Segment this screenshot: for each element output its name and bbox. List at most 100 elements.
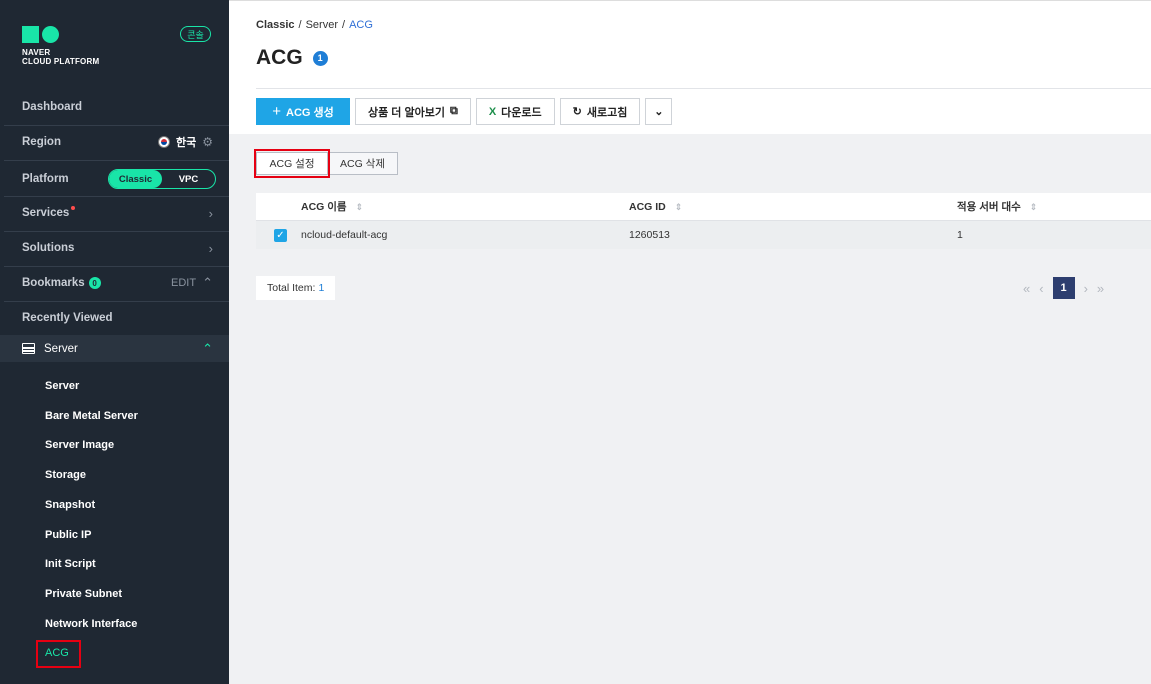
chevron-up-icon: ⌃ xyxy=(202,340,213,356)
divider xyxy=(4,231,229,232)
download-label: 다운로드 xyxy=(501,106,542,119)
column-header-server-count[interactable]: 적용 서버 대수 ⇕ xyxy=(957,199,1151,214)
last-page-icon[interactable]: » xyxy=(1097,281,1104,296)
divider xyxy=(4,301,229,302)
sidebar-subitem-snapshot[interactable]: Snapshot xyxy=(45,499,95,511)
cell-acg-name: ncloud-default-acg xyxy=(301,229,388,241)
services-label: Services xyxy=(22,207,70,219)
platform-label: Platform xyxy=(22,173,69,185)
gear-icon[interactable]: ⚙ xyxy=(202,135,213,149)
prev-page-icon[interactable]: ‹ xyxy=(1039,281,1043,296)
title-divider xyxy=(256,88,1151,89)
sort-icon[interactable]: ⇕ xyxy=(1030,202,1038,212)
total-label: Total Item: xyxy=(267,282,316,294)
sidebar-subitem-init-script[interactable]: Init Script xyxy=(45,558,96,570)
download-button[interactable]: X 다운로드 xyxy=(475,98,555,125)
breadcrumb-classic[interactable]: Classic xyxy=(256,19,295,31)
next-page-icon[interactable]: › xyxy=(1084,281,1088,296)
column-header-id[interactable]: ACG ID ⇕ xyxy=(629,201,957,213)
breadcrumb-acg: ACG xyxy=(349,19,373,31)
solutions-label: Solutions xyxy=(22,242,75,254)
cell-server-count: 1 xyxy=(957,229,963,241)
acg-table: ACG 이름 ⇕ ACG ID ⇕ 적용 서버 대수 ⇕ ✓ ncloud-defau… xyxy=(256,193,1151,249)
bookmarks-edit-link[interactable]: EDIT xyxy=(171,277,196,289)
sidebar: NAVER CLOUD PLATFORM 콘솔 Dashboard Region… xyxy=(0,0,229,684)
recently-viewed-label: Recently Viewed xyxy=(22,312,113,324)
plus-icon: + xyxy=(272,103,281,120)
refresh-button[interactable]: ↻ 새로고침 xyxy=(559,98,641,125)
sidebar-item-region[interactable]: Region 한국 ⚙ xyxy=(0,131,229,153)
learn-more-button[interactable]: 상품 더 알아보기 ⧉ xyxy=(355,98,471,125)
region-label: Region xyxy=(22,136,61,148)
create-acg-label: ACG 생성 xyxy=(286,106,334,119)
chevron-right-icon: › xyxy=(208,240,213,256)
page-title: ACG 1 xyxy=(256,46,328,70)
breadcrumb-server[interactable]: Server xyxy=(306,19,338,31)
sidebar-subitem-network-interface[interactable]: Network Interface xyxy=(45,618,137,630)
external-link-icon: ⧉ xyxy=(449,105,458,117)
acg-highlight-box xyxy=(36,640,81,668)
total-items: Total Item: 1 xyxy=(256,276,336,300)
learn-more-label: 상품 더 알아보기 xyxy=(368,106,445,119)
dashboard-label: Dashboard xyxy=(22,101,83,113)
cell-acg-id: 1260513 xyxy=(629,229,670,241)
sidebar-item-dashboard[interactable]: Dashboard xyxy=(0,96,229,118)
chevron-up-icon[interactable]: ⌃ xyxy=(202,275,213,291)
divider xyxy=(4,160,229,161)
platform-toggle[interactable]: Classic VPC xyxy=(108,169,216,189)
sidebar-item-bookmarks[interactable]: Bookmarks 0 EDIT ⌃ xyxy=(0,272,229,294)
sidebar-subitem-private-subnet[interactable]: Private Subnet xyxy=(45,588,122,600)
sidebar-subitem-public-ip[interactable]: Public IP xyxy=(45,529,91,541)
sort-icon[interactable]: ⇕ xyxy=(675,202,683,212)
platform-option-vpc[interactable]: VPC xyxy=(162,170,215,188)
platform-option-classic[interactable]: Classic xyxy=(109,170,162,188)
create-acg-button[interactable]: + ACG 생성 xyxy=(256,98,350,125)
refresh-icon: ↻ xyxy=(572,106,582,118)
chevron-down-icon: ⌄ xyxy=(654,106,664,118)
naver-cloud-logo[interactable]: NAVER CLOUD PLATFORM xyxy=(22,26,99,66)
divider xyxy=(4,266,229,267)
excel-icon: X xyxy=(488,105,497,118)
sidebar-subitem-storage[interactable]: Storage xyxy=(45,469,86,481)
refresh-label: 새로고침 xyxy=(586,106,628,119)
row-checkbox[interactable]: ✓ xyxy=(274,228,287,242)
bookmarks-label: Bookmarks xyxy=(22,277,85,289)
sidebar-subitem-server[interactable]: Server xyxy=(45,380,79,392)
page-title-text: ACG xyxy=(256,46,303,69)
sidebar-item-platform: Platform Classic VPC xyxy=(0,167,229,191)
logo-mark-icon xyxy=(22,26,99,43)
bookmarks-count-badge: 0 xyxy=(88,277,101,289)
sort-icon[interactable]: ⇕ xyxy=(356,202,364,212)
logo-line1: NAVER xyxy=(22,48,51,57)
acg-settings-highlight-box xyxy=(254,149,330,178)
korea-flag-icon xyxy=(157,136,170,148)
main-content: Classic / Server / ACG ACG 1 + ACG 생성 상품… xyxy=(229,0,1151,684)
server-group-label: Server xyxy=(44,342,78,355)
column-header-name[interactable]: ACG 이름 ⇕ xyxy=(301,199,629,214)
total-value: 1 xyxy=(318,282,325,294)
sidebar-group-server[interactable]: Server ⌃ xyxy=(0,335,229,362)
page-number-current[interactable]: 1 xyxy=(1052,277,1075,299)
logo-line2: CLOUD PLATFORM xyxy=(22,57,100,66)
region-value: 한국 xyxy=(175,137,197,149)
sidebar-item-solutions[interactable]: Solutions › xyxy=(0,237,229,259)
console-badge[interactable]: 콘솔 xyxy=(180,26,211,42)
sidebar-item-recently-viewed[interactable]: Recently Viewed xyxy=(0,307,229,329)
table-header: ACG 이름 ⇕ ACG ID ⇕ 적용 서버 대수 ⇕ xyxy=(256,193,1151,221)
sidebar-subitem-server-image[interactable]: Server Image xyxy=(45,439,114,451)
sidebar-item-services[interactable]: Services › xyxy=(0,202,229,224)
table-row[interactable]: ✓ ncloud-default-acg 1260513 1 xyxy=(256,221,1151,249)
top-border xyxy=(229,0,1151,1)
first-page-icon[interactable]: « xyxy=(1023,281,1030,296)
acg-delete-button[interactable]: ACG 삭제 xyxy=(327,152,398,175)
chevron-right-icon: › xyxy=(208,205,213,221)
new-dot-icon xyxy=(71,206,76,210)
server-icon xyxy=(22,343,35,354)
more-dropdown-button[interactable]: ⌄ xyxy=(645,98,673,125)
page-count-badge: 1 xyxy=(312,50,328,66)
divider xyxy=(4,196,229,197)
toolbar: + ACG 생성 상품 더 알아보기 ⧉ X 다운로드 ↻ 새로고침 ⌄ xyxy=(256,98,673,125)
sidebar-subitem-bare-metal-server[interactable]: Bare Metal Server xyxy=(45,410,138,422)
divider xyxy=(4,125,229,126)
breadcrumb: Classic / Server / ACG xyxy=(256,19,373,31)
